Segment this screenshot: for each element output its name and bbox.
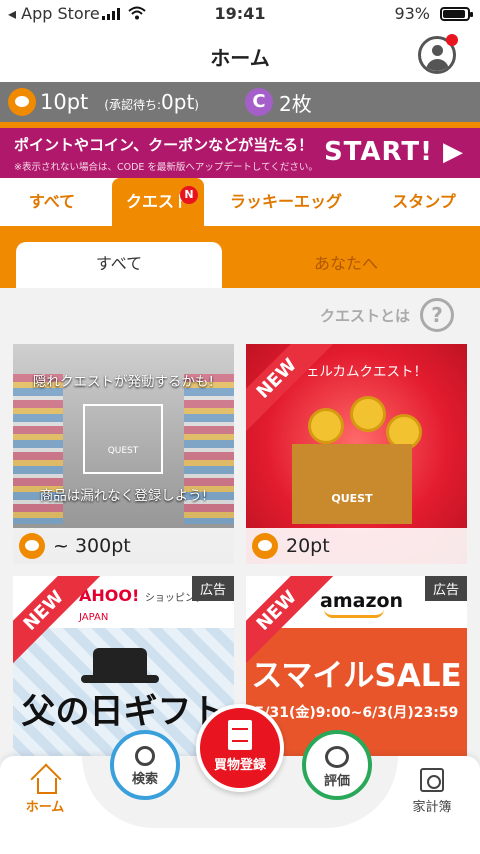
card-points-row: 20pt — [246, 528, 467, 564]
card-points-row: ~ 300pt — [13, 528, 234, 564]
nav-home-label: ホーム — [25, 800, 65, 815]
card-top-text: 隠れクエストが発動するかも! — [33, 374, 214, 390]
status-bar: ◂ App Store 19:41 93% — [0, 0, 480, 28]
amazon-logo: amazon — [320, 590, 404, 618]
card-points: ~ 300pt — [53, 535, 131, 557]
evaluate-label: 評価 — [323, 774, 350, 789]
tab-lucky-egg[interactable]: ラッキーエッグ — [204, 178, 368, 226]
battery-percent: 93% — [394, 4, 430, 23]
page-title: ホーム — [210, 46, 270, 70]
coin-icon: C — [244, 88, 273, 116]
notification-dot — [446, 34, 458, 46]
barcode-search-icon — [135, 746, 155, 766]
ad-label: 広告 — [191, 576, 234, 601]
subtab-for-you[interactable]: あなたへ — [226, 242, 466, 288]
tab-quest[interactable]: クエスト N — [112, 178, 204, 226]
search-label: 検索 — [131, 772, 158, 787]
tab-all[interactable]: すべて — [0, 178, 104, 226]
coupon-count: 2枚 — [278, 91, 312, 116]
yahoo-shopping-logo: AHOO! ショッピング JAPAN — [79, 586, 205, 623]
card-points: 20pt — [286, 535, 330, 557]
evaluate-button[interactable]: 評価 — [302, 730, 372, 800]
help-icon: ? — [420, 298, 454, 332]
quest-box-icon: QUEST — [83, 404, 163, 474]
quest-card-hidden[interactable]: 隠れクエストが発動するかも! QUEST 商品は漏れなく登録しよう! ~ 300… — [13, 344, 234, 564]
sub-tabs: すべて あなたへ — [0, 226, 480, 288]
app-header: ホーム — [0, 28, 480, 82]
tab-stamp[interactable]: スタンプ — [368, 178, 480, 226]
new-badge: N — [180, 186, 198, 204]
register-label: 買物登録 — [213, 758, 266, 773]
piggy-bank-icon — [252, 533, 278, 559]
nav-account-book[interactable]: 家計簿 — [402, 768, 462, 815]
promo-note: ※表示されない場合は、CODE を最新版へアップデートしてください。 — [14, 162, 318, 173]
promo-headline: ポイントやコイン、クーポンなどが当たる！ — [14, 136, 314, 154]
about-quest-link[interactable]: クエストとは ? — [320, 298, 454, 332]
ad-label: 広告 — [424, 576, 467, 601]
nav-home[interactable]: ホーム — [18, 768, 72, 815]
heart-chat-icon — [325, 746, 349, 768]
pending-points: (承認待ち:0pt) — [104, 90, 199, 114]
subtab-all[interactable]: すべて — [16, 242, 222, 288]
quest-box-icon: QUEST — [292, 444, 412, 524]
search-button[interactable]: 検索 — [110, 730, 180, 800]
receipt-icon — [228, 720, 252, 750]
category-tabs: すべて クエスト N ラッキーエッグ スタンプ — [0, 178, 480, 226]
hat-icon — [81, 648, 159, 683]
piggy-bank-icon — [8, 88, 36, 116]
about-quest-label: クエストとは — [319, 306, 410, 325]
sale-dates: 5/31(金)9:00~6/3(月)23:59 — [254, 705, 459, 721]
piggy-bank-icon — [19, 533, 45, 559]
register-purchase-button[interactable]: 買物登録 — [196, 704, 284, 792]
promo-banner[interactable]: ポイントやコイン、クーポンなどが当たる！ ※表示されない場合は、CODE を最新… — [0, 128, 480, 178]
start-button[interactable]: START! ▶ — [324, 137, 464, 167]
points-value: 10pt — [40, 90, 89, 114]
calendar-clock-icon — [420, 768, 444, 792]
card-bottom-text: 商品は漏れなく登録しよう! — [39, 488, 208, 504]
quest-card-welcome[interactable]: ェルカムクエスト！ QUEST NEW 20pt — [246, 344, 467, 564]
home-icon — [32, 768, 58, 794]
points-bar[interactable]: 10pt (承認待ち:0pt) C 2枚 — [0, 82, 480, 122]
nav-account-book-label: 家計簿 — [412, 800, 452, 815]
card-headline: スマイルSALE — [251, 658, 462, 694]
battery-icon — [440, 7, 473, 21]
